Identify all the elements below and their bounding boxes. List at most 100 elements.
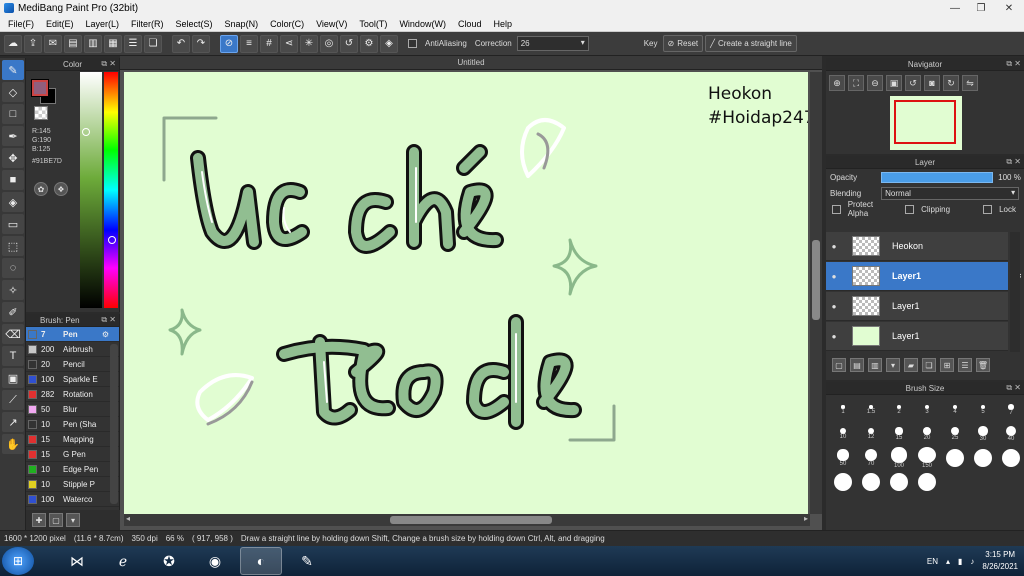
brush-size-option[interactable]: 25 xyxy=(942,423,968,445)
layer-row[interactable]: ● Layer1 xyxy=(826,322,1008,351)
brush-size-option[interactable]: 4 xyxy=(942,399,968,421)
layer-list-scrollbar[interactable] xyxy=(1010,232,1020,352)
brush-size-option[interactable]: 1 xyxy=(830,399,856,421)
brush-page-icon[interactable]: ▢ xyxy=(49,513,63,527)
magic-wand-tool-icon[interactable]: ✧ xyxy=(2,280,24,300)
fit-window-icon[interactable]: ◙ xyxy=(924,75,940,91)
brush-size-option[interactable]: 15 xyxy=(886,423,912,445)
menu-view[interactable]: View(V) xyxy=(310,19,353,29)
language-indicator[interactable]: EN xyxy=(927,557,938,566)
minimize-icon[interactable]: — xyxy=(942,0,968,16)
brush-size-controls-icon[interactable]: ⧉ ✕ xyxy=(1006,383,1021,393)
brush-tool-icon[interactable]: ✎ xyxy=(2,60,24,80)
zoom-out-icon[interactable]: ⊖ xyxy=(867,75,883,91)
menu-snap[interactable]: Snap(N) xyxy=(219,19,265,29)
brush-list-scrollbar[interactable] xyxy=(110,344,118,504)
new-layer-8bit-icon[interactable]: ▥ xyxy=(868,358,882,372)
comment-icon[interactable]: ✉ xyxy=(44,34,62,53)
hue-cursor[interactable] xyxy=(108,236,116,244)
clipping-checkbox[interactable] xyxy=(905,204,915,214)
select-eraser-tool-icon[interactable]: ⌫ xyxy=(2,324,24,344)
vertical-scroll-thumb[interactable] xyxy=(812,240,820,320)
paint-taskbar-icon[interactable]: ✎ xyxy=(286,547,328,575)
foreground-color-swatch[interactable] xyxy=(31,79,49,97)
flip-icon[interactable]: ⇋ xyxy=(962,75,978,91)
brush-size-option[interactable] xyxy=(970,447,996,469)
clock[interactable]: 3:15 PM 8/26/2021 xyxy=(982,549,1018,573)
menu-color[interactable]: Color(C) xyxy=(264,19,310,29)
opacity-slider[interactable] xyxy=(881,171,994,183)
rotate-left-icon[interactable]: ↺ xyxy=(905,75,921,91)
menu-file[interactable]: File(F) xyxy=(2,19,40,29)
volume-icon[interactable]: ♪ xyxy=(970,557,974,566)
add-brush-icon[interactable]: ✚ xyxy=(32,513,46,527)
brush-size-option[interactable]: 2 xyxy=(886,399,912,421)
reset-button[interactable]: ⊘ Reset xyxy=(662,35,704,52)
brush-size-option[interactable] xyxy=(914,471,940,493)
scroll-right-icon[interactable]: ▸ xyxy=(804,514,808,523)
layer-visibility-icon[interactable]: ● xyxy=(826,272,842,281)
straight-line-button[interactable]: ╱ Create a straight line xyxy=(705,35,797,52)
tray-arrow-icon[interactable]: ▴ xyxy=(946,557,950,566)
medibang-taskbar-icon[interactable]: ◐ xyxy=(240,547,282,575)
lasso-tool-icon[interactable]: ◌ xyxy=(2,258,24,278)
scroll-left-icon[interactable]: ◂ xyxy=(126,514,130,523)
menu-help[interactable]: Help xyxy=(487,19,518,29)
navigator-preview[interactable] xyxy=(890,96,962,150)
layer-visibility-icon[interactable]: ● xyxy=(826,302,842,311)
brush-size-option[interactable]: 70 xyxy=(858,447,884,469)
brush-size-option[interactable]: 50 xyxy=(830,447,856,469)
color-history-icon[interactable]: ❖ xyxy=(54,182,68,196)
gradient-tool-icon[interactable]: ▭ xyxy=(2,214,24,234)
text-tool-icon[interactable]: T xyxy=(2,346,24,366)
document-icon[interactable]: ▤ xyxy=(64,34,82,53)
correction-select[interactable]: 26 xyxy=(516,36,589,51)
brush-size-option[interactable] xyxy=(942,447,968,469)
visual-studio-taskbar-icon[interactable]: ⋈ xyxy=(56,547,98,575)
lock-checkbox[interactable] xyxy=(983,204,993,214)
redo-icon[interactable]: ↷ xyxy=(192,34,210,53)
layer-row[interactable]: ●Layer1⚙ xyxy=(826,262,1022,291)
menu-filter[interactable]: Filter(R) xyxy=(125,19,170,29)
brush-size-option[interactable]: 3 xyxy=(914,399,940,421)
layer-settings-icon[interactable]: ☰ xyxy=(958,358,972,372)
layer-row[interactable]: ● Heokon xyxy=(826,232,1008,261)
move-tool-icon[interactable]: ✥ xyxy=(2,148,24,168)
share-icon[interactable]: ⇪ xyxy=(24,34,42,53)
transparent-color-swatch[interactable] xyxy=(34,106,48,120)
snap-settings-icon[interactable]: ⚙ xyxy=(360,34,378,53)
layer-row[interactable]: ● Layer1 xyxy=(826,292,1008,321)
merge-layer-icon[interactable]: ⊞ xyxy=(940,358,954,372)
menu-edit[interactable]: Edit(E) xyxy=(40,19,80,29)
fill-tool-icon[interactable]: ◈ xyxy=(2,192,24,212)
brush-size-option[interactable] xyxy=(886,471,912,493)
brush-item[interactable]: 7 Pen ⚙ xyxy=(26,327,119,342)
undo-icon[interactable]: ↶ xyxy=(172,34,190,53)
snap-parallel-icon[interactable]: ≡ xyxy=(240,34,258,53)
protect-alpha-checkbox[interactable] xyxy=(832,204,841,214)
sv-cursor[interactable] xyxy=(82,128,90,136)
brush-size-option[interactable] xyxy=(998,447,1024,469)
cloud-icon[interactable]: ☁ xyxy=(4,34,22,53)
zoom-actual-icon[interactable]: ▣ xyxy=(886,75,902,91)
hue-slider[interactable] xyxy=(104,72,118,308)
folder-icon[interactable]: ▰ xyxy=(904,358,918,372)
divide-tool-icon[interactable]: ▣ xyxy=(2,368,24,388)
network-icon[interactable]: ▮ xyxy=(958,557,962,566)
brush-size-option[interactable]: 10 xyxy=(830,423,856,445)
delete-layer-icon[interactable]: 🗑 xyxy=(976,358,990,372)
hand-tool-icon[interactable]: ✋ xyxy=(2,434,24,454)
chrome-taskbar-icon[interactable]: ◉ xyxy=(194,547,236,575)
antialiasing-checkbox[interactable] xyxy=(408,39,417,48)
close-icon[interactable]: ✕ xyxy=(994,0,1024,16)
rotate-right-icon[interactable]: ↻ xyxy=(943,75,959,91)
brush-item[interactable]: 50 Blur xyxy=(26,402,119,417)
document-tab[interactable]: Untitled xyxy=(120,56,822,70)
eyedropper-tool-icon[interactable]: ⟋ xyxy=(2,390,24,410)
new-layer-type-icon[interactable]: ▤ xyxy=(850,358,864,372)
zoom-fit-icon[interactable]: ⛶ xyxy=(848,75,864,91)
snap-extra-icon[interactable]: ◈ xyxy=(380,34,398,53)
menu-cloud[interactable]: Cloud xyxy=(452,19,488,29)
operation-tool-icon[interactable]: ↗ xyxy=(2,412,24,432)
eraser-tool-icon[interactable]: ◇ xyxy=(2,82,24,102)
